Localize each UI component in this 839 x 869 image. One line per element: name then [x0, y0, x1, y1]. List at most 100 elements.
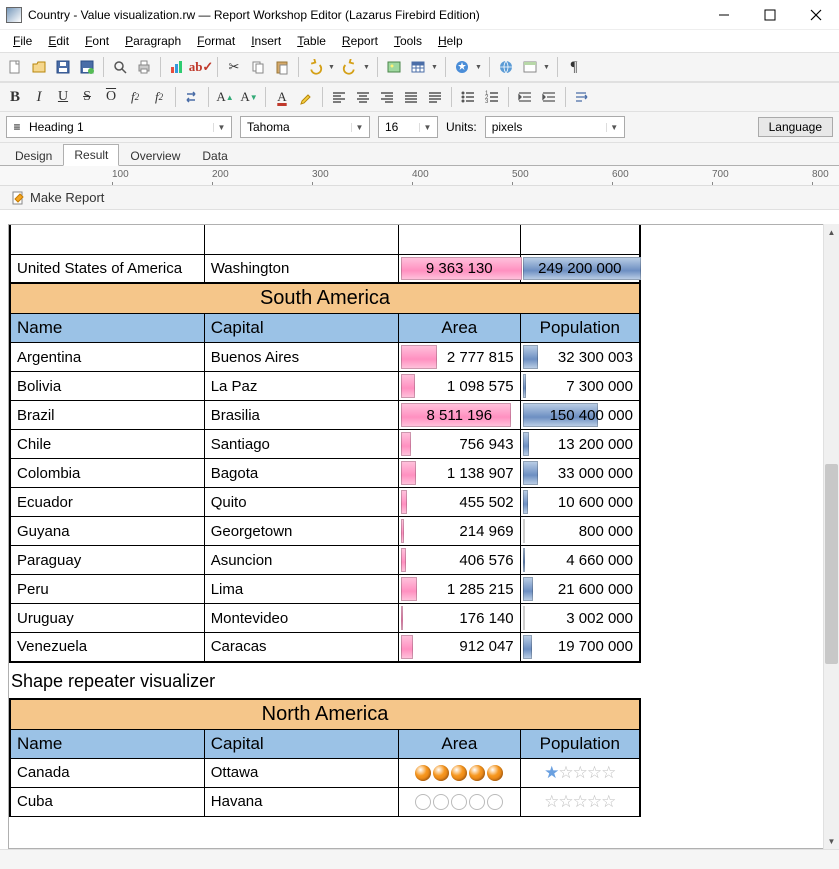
- menu-table[interactable]: Table: [290, 32, 333, 50]
- save-button[interactable]: [52, 56, 74, 78]
- maximize-button[interactable]: [747, 0, 793, 30]
- font-combo[interactable]: Tahoma ▼: [240, 116, 370, 138]
- strike-button[interactable]: S: [76, 86, 98, 108]
- font-shrink-button[interactable]: A▼: [238, 86, 260, 108]
- menu-report[interactable]: Report: [335, 32, 385, 50]
- chevron-down-icon: ▼: [351, 123, 367, 132]
- ruler[interactable]: 100200300400500600700800: [0, 166, 839, 186]
- superscript-button[interactable]: f2: [148, 86, 170, 108]
- tab-result[interactable]: Result: [63, 144, 119, 166]
- indent-increase-button[interactable]: [538, 86, 560, 108]
- table-dropdown[interactable]: ▼: [429, 56, 440, 78]
- indent-decrease-button[interactable]: [514, 86, 536, 108]
- menu-help[interactable]: Help: [431, 32, 470, 50]
- dots-cell: [399, 787, 521, 816]
- subscript-button[interactable]: f2: [124, 86, 146, 108]
- value-cell: 912 047: [398, 633, 520, 662]
- fields-button[interactable]: [519, 56, 541, 78]
- scroll-down-icon[interactable]: ▼: [824, 833, 839, 849]
- tab-design[interactable]: Design: [4, 145, 63, 166]
- vertical-scrollbar[interactable]: ▲ ▼: [823, 224, 839, 849]
- make-report-button[interactable]: Make Report: [4, 187, 110, 209]
- font-grow-button[interactable]: A▲: [214, 86, 236, 108]
- units-label: Units:: [446, 120, 477, 134]
- menu-edit[interactable]: Edit: [41, 32, 76, 50]
- paragraph-ltr-button[interactable]: [571, 86, 593, 108]
- table-row: ChileSantiago756 94313 200 000: [10, 430, 640, 459]
- align-left-button[interactable]: [328, 86, 350, 108]
- value-cell: 10 600 000: [520, 488, 640, 517]
- save-as-button[interactable]: [76, 56, 98, 78]
- window-title: Country - Value visualization.rw — Repor…: [28, 8, 701, 22]
- redo-dropdown[interactable]: ▼: [361, 56, 372, 78]
- cut-button[interactable]: ✂: [223, 56, 245, 78]
- units-combo[interactable]: pixels ▼: [485, 116, 625, 138]
- undo-button[interactable]: [304, 56, 326, 78]
- image-button[interactable]: [383, 56, 405, 78]
- value-cell: 32 300 003: [520, 343, 640, 372]
- table-button[interactable]: [407, 56, 429, 78]
- paste-button[interactable]: [271, 56, 293, 78]
- column-header: Name: [10, 729, 204, 758]
- align-right-button[interactable]: [376, 86, 398, 108]
- numbering-button[interactable]: 123: [481, 86, 503, 108]
- menu-font[interactable]: Font: [78, 32, 116, 50]
- value-cell: 7 300 000: [520, 372, 640, 401]
- menu-insert[interactable]: Insert: [244, 32, 288, 50]
- value-cell: 19 700 000: [520, 633, 640, 662]
- close-button[interactable]: [793, 0, 839, 30]
- pilcrow-button[interactable]: ¶: [563, 56, 585, 78]
- report-bar: Make Report: [0, 186, 839, 210]
- value-cell: 150 400 000: [520, 401, 640, 430]
- italic-button[interactable]: I: [28, 86, 50, 108]
- bold-button[interactable]: B: [4, 86, 26, 108]
- underline-button[interactable]: U: [52, 86, 74, 108]
- column-header: Name: [10, 314, 204, 343]
- redo-button[interactable]: [339, 56, 361, 78]
- menu-file[interactable]: File: [6, 32, 39, 50]
- menu-format[interactable]: Format: [190, 32, 242, 50]
- column-header: Area: [398, 314, 520, 343]
- scroll-up-icon[interactable]: ▲: [824, 224, 839, 240]
- tab-overview[interactable]: Overview: [119, 145, 191, 166]
- ltr-button[interactable]: [181, 86, 203, 108]
- units-value: pixels: [488, 120, 606, 134]
- stars-cell: ☆☆☆☆☆: [520, 787, 640, 816]
- tab-data[interactable]: Data: [191, 145, 238, 166]
- report-viewport[interactable]: United States of AmericaWashington9 363 …: [8, 224, 831, 849]
- table-row: ArgentinaBuenos Aires2 777 81532 300 003: [10, 343, 640, 372]
- spellcheck-button[interactable]: ab✓: [190, 56, 212, 78]
- open-button[interactable]: [28, 56, 50, 78]
- language-button[interactable]: Language: [758, 117, 833, 137]
- column-header: Capital: [204, 314, 398, 343]
- copy-button[interactable]: [247, 56, 269, 78]
- symbol-dropdown[interactable]: ▼: [473, 56, 484, 78]
- font-color-button[interactable]: A: [271, 86, 293, 108]
- column-header: Population: [520, 314, 640, 343]
- minimize-button[interactable]: [701, 0, 747, 30]
- overline-button[interactable]: O: [100, 86, 122, 108]
- undo-dropdown[interactable]: ▼: [326, 56, 337, 78]
- size-combo[interactable]: 16 ▼: [378, 116, 438, 138]
- value-cell: 455 502: [398, 488, 520, 517]
- chart-button[interactable]: [166, 56, 188, 78]
- align-center-button[interactable]: [352, 86, 374, 108]
- symbol-button[interactable]: [451, 56, 473, 78]
- hyperlink-button[interactable]: [495, 56, 517, 78]
- align-distributed-button[interactable]: [424, 86, 446, 108]
- bullets-button[interactable]: [457, 86, 479, 108]
- value-cell: 13 200 000: [520, 430, 640, 459]
- align-justify-button[interactable]: [400, 86, 422, 108]
- menu-tools[interactable]: Tools: [387, 32, 429, 50]
- chevron-down-icon: ▼: [606, 123, 622, 132]
- scrollbar-thumb[interactable]: [825, 464, 838, 664]
- dots-cell: [399, 758, 521, 787]
- highlight-button[interactable]: [295, 86, 317, 108]
- menu-paragraph[interactable]: Paragraph: [118, 32, 188, 50]
- preview-button[interactable]: [109, 56, 131, 78]
- fields-dropdown[interactable]: ▼: [541, 56, 552, 78]
- style-combo[interactable]: ≡ Heading 1 ▼: [6, 116, 232, 138]
- new-button[interactable]: [4, 56, 26, 78]
- value-cell: 1 285 215: [398, 575, 520, 604]
- print-button[interactable]: [133, 56, 155, 78]
